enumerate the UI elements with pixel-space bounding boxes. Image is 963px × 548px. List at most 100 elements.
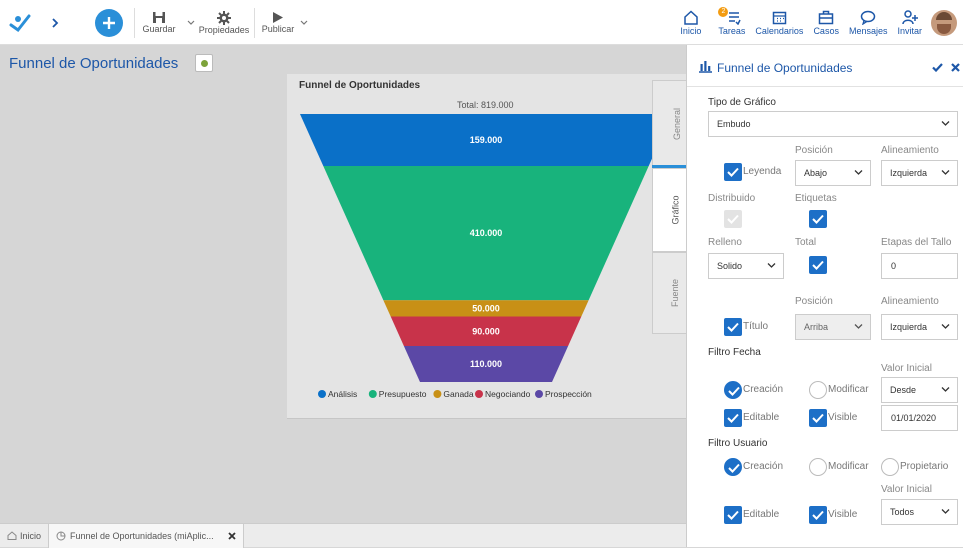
legend-label-5[interactable]: Prospección — [545, 389, 592, 399]
nav-casos-label: Casos — [813, 25, 839, 36]
user-creation-radio[interactable] — [724, 458, 742, 476]
legend-marker-2[interactable] — [368, 390, 377, 398]
legend-marker-5[interactable] — [535, 390, 543, 398]
app-logo-icon[interactable] — [0, 0, 40, 45]
legend-checkbox[interactable] — [724, 163, 742, 181]
nav-mensajes-label: Mensajes — [848, 25, 888, 36]
user-initial-value: Todos — [890, 507, 915, 517]
nav-calendarios-label: Calendarios — [755, 25, 804, 36]
date-visible-checkbox[interactable] — [809, 409, 827, 427]
nav-tareas-label: Tareas — [718, 25, 746, 36]
chevron-down-icon — [854, 170, 863, 175]
top-toolbar: Guardar Propiedades Publicar Inicio 2 Ta… — [0, 0, 963, 45]
labels-label: Etiquetas — [795, 193, 837, 204]
date-creation-label: Creación — [743, 384, 784, 395]
properties-panel: Funnel de Oportunidades Tipo de Gráfico … — [686, 45, 963, 547]
bottom-tab-inicio[interactable]: Inicio — [0, 523, 50, 548]
publish-label: Publicar — [261, 24, 295, 34]
save-label: Guardar — [142, 24, 176, 34]
distributed-label: Distribuido — [708, 193, 756, 204]
chat-bubble-icon — [860, 10, 876, 25]
expand-chevron-icon[interactable] — [40, 0, 70, 45]
funnel-chart: 159.000 410.000 50.000 90.000 110.000 Análisi… — [300, 114, 672, 399]
chart-type-select[interactable]: Embudo — [708, 111, 958, 137]
legend-alignment-select[interactable]: Izquierda — [881, 160, 958, 186]
fill-select[interactable]: Solido — [708, 253, 784, 279]
funnel-stage-label-3: 50.000 — [472, 303, 500, 313]
labels-checkbox[interactable] — [809, 210, 827, 228]
legend-label-2[interactable]: Presupuesto — [379, 389, 427, 399]
date-value-input[interactable]: 01/01/2020 — [881, 405, 958, 431]
chart-pie-icon — [56, 531, 66, 540]
nav-casos[interactable]: Casos — [813, 10, 839, 36]
total-checkbox[interactable] — [809, 256, 827, 274]
tab-fuente-label: Fuente — [670, 278, 681, 308]
publish-options-chevron-icon[interactable] — [296, 20, 312, 26]
legend-position-value: Abajo — [804, 168, 828, 178]
date-filter-label: Filtro Fecha — [708, 347, 761, 358]
legend-marker-3[interactable] — [433, 390, 442, 398]
date-creation-radio[interactable] — [724, 381, 742, 399]
funnel-stage-label-2: 410.000 — [470, 228, 503, 238]
date-modify-radio[interactable] — [809, 381, 827, 399]
user-initial-value-label: Valor Inicial — [881, 484, 932, 495]
user-editable-label: Editable — [743, 509, 780, 520]
user-avatar[interactable] — [931, 9, 957, 36]
legend-marker-1[interactable] — [318, 390, 326, 398]
add-button[interactable] — [95, 8, 123, 37]
legend-position-header: Posición — [795, 145, 833, 156]
user-editable-checkbox[interactable] — [724, 506, 742, 524]
confirm-check-icon[interactable] — [932, 63, 943, 72]
legend-label-1[interactable]: Análisis — [328, 389, 357, 399]
nav-invitar[interactable]: Invitar — [897, 9, 922, 36]
close-icon[interactable] — [227, 531, 236, 540]
chevron-down-icon — [941, 509, 950, 514]
tab-grafico-label: Gráfico — [670, 195, 681, 225]
title-checkbox-label: Título — [743, 321, 769, 332]
close-icon[interactable] — [951, 63, 960, 72]
tab-fuente[interactable]: Fuente — [652, 252, 686, 334]
chevron-down-icon — [767, 263, 776, 268]
chart-card: Funnel de Oportunidades Total: 819.000 1… — [287, 74, 686, 419]
date-initial-select[interactable]: Desde — [881, 377, 958, 403]
user-filter-label: Filtro Usuario — [708, 438, 768, 449]
title-alignment-select[interactable]: Izquierda — [881, 314, 958, 340]
toolbar-divider — [254, 7, 255, 38]
bottom-tab-bar: Inicio Funnel de Oportunidades (miAplic.… — [0, 523, 686, 548]
title-checkbox[interactable] — [724, 318, 742, 336]
date-editable-checkbox[interactable] — [724, 409, 742, 427]
legend-marker-4[interactable] — [475, 390, 483, 398]
user-modify-radio[interactable] — [809, 458, 827, 476]
date-modify-label: Modificar — [828, 384, 869, 395]
legend-label-4[interactable]: Negociando — [485, 389, 531, 399]
publish-button[interactable]: Publicar — [260, 11, 296, 34]
chevron-down-icon — [941, 121, 950, 126]
date-initial-value: Desde — [890, 385, 917, 395]
tab-grafico[interactable]: Gráfico — [652, 168, 686, 252]
nav-mensajes[interactable]: Mensajes — [848, 10, 888, 36]
nav-tareas[interactable]: 2 Tareas — [718, 6, 746, 36]
legend-label-3[interactable]: Ganada — [443, 389, 474, 399]
save-options-chevron-icon[interactable] — [183, 20, 199, 26]
properties-button[interactable]: Propiedades — [199, 10, 249, 35]
legend-alignment-value: Izquierda — [890, 168, 928, 178]
chart-type-value: Embudo — [717, 119, 751, 129]
bar-chart-icon — [699, 61, 712, 73]
nav-inicio[interactable]: Inicio — [680, 9, 701, 36]
user-visible-label: Visible — [828, 509, 858, 520]
bottom-tab-funnel-label: Funnel de Oportunidades (miAplic... — [70, 530, 214, 541]
user-owner-radio[interactable] — [881, 458, 899, 476]
tab-general[interactable]: General — [652, 80, 686, 167]
nav-calendarios[interactable]: Calendarios — [755, 10, 803, 36]
home-icon — [7, 531, 17, 540]
stem-stages-input[interactable]: 0 — [881, 253, 958, 279]
user-visible-checkbox[interactable] — [809, 506, 827, 524]
status-indicator-button[interactable] — [195, 54, 213, 72]
home-icon — [684, 9, 698, 25]
save-button[interactable]: Guardar — [135, 11, 183, 34]
funnel-stage-label-4: 90.000 — [472, 326, 500, 336]
bottom-tab-funnel[interactable]: Funnel de Oportunidades (miAplic... — [49, 523, 244, 548]
legend-position-select[interactable]: Abajo — [795, 160, 871, 186]
panel-header: Funnel de Oportunidades — [687, 45, 963, 87]
user-initial-select[interactable]: Todos — [881, 499, 958, 525]
